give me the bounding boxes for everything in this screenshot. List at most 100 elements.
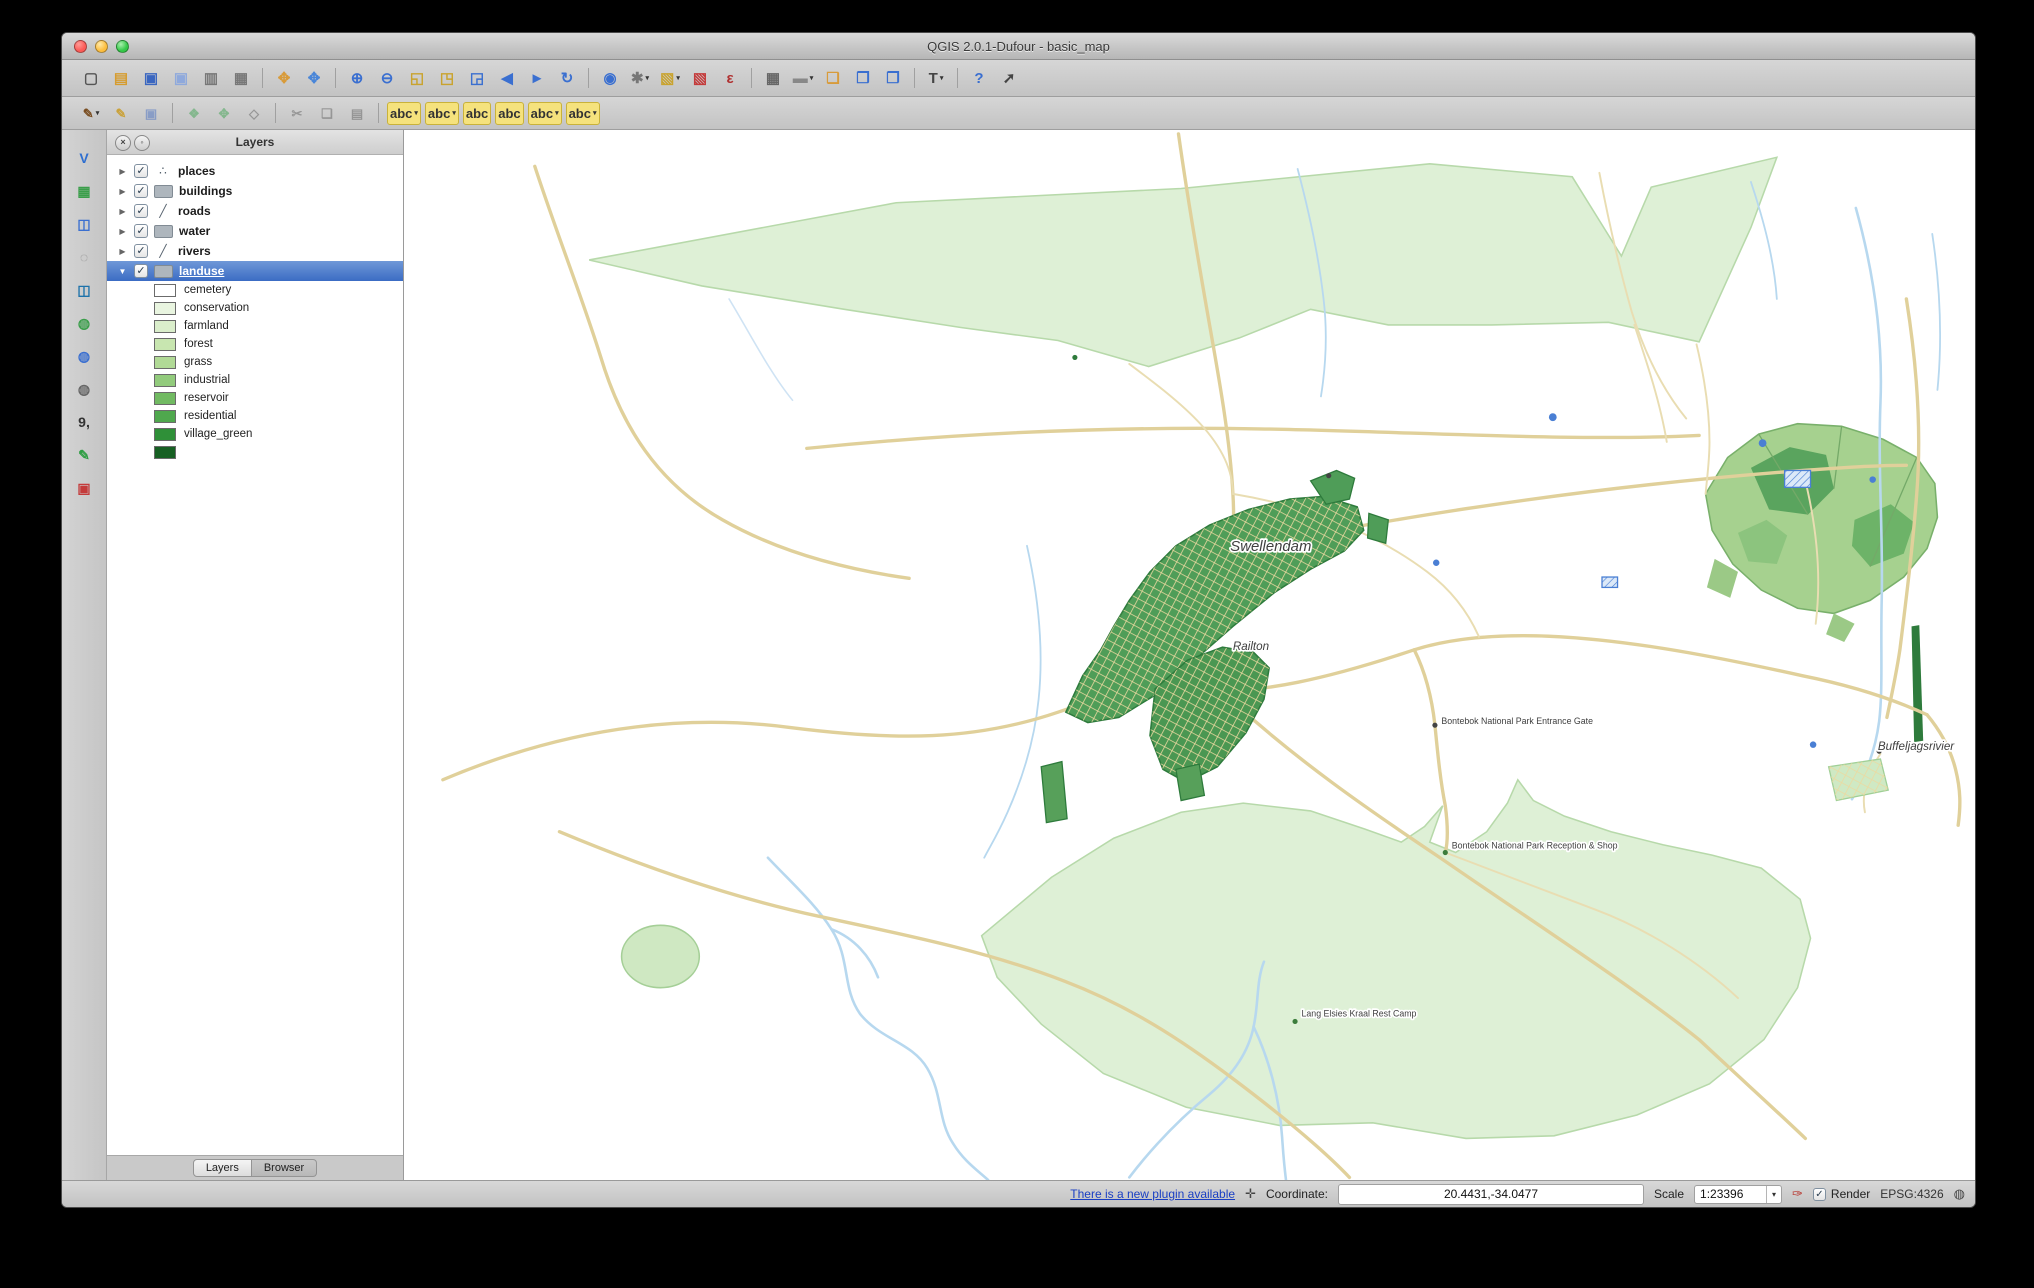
node-tool-icon[interactable]: ◇: [241, 103, 267, 124]
identify-features-icon[interactable]: ◉: [597, 66, 623, 90]
save-layer-edits-icon[interactable]: ▣: [138, 103, 164, 124]
text-annotation-icon[interactable]: T▾: [923, 66, 949, 90]
titlebar[interactable]: QGIS 2.0.1-Dufour - basic_map: [62, 33, 1975, 60]
current-edits-icon[interactable]: ✎▾: [78, 103, 104, 124]
add-spatialite-layer-icon[interactable]: ◌: [71, 245, 97, 269]
toggle-editing-icon[interactable]: ✎: [108, 103, 134, 124]
dropdown-arrow-icon[interactable]: ▾: [555, 109, 559, 117]
legend-item-reservoir[interactable]: reservoir: [107, 389, 403, 407]
legend-item-farmland[interactable]: farmland: [107, 317, 403, 335]
add-postgis-layer-icon[interactable]: ◫: [71, 212, 97, 236]
scale-input[interactable]: [1695, 1186, 1766, 1202]
panel-header[interactable]: × ◦ Layers: [107, 130, 403, 155]
zoom-to-layer-icon[interactable]: ◲: [464, 66, 490, 90]
legend-item-cemetery[interactable]: cemetery: [107, 281, 403, 299]
refresh-map-icon[interactable]: ↻: [554, 66, 580, 90]
new-shapefile-layer-icon[interactable]: ✎: [71, 443, 97, 467]
dropdown-arrow-icon[interactable]: ▾: [676, 74, 680, 82]
layer-visibility-checkbox[interactable]: ✓: [134, 264, 148, 278]
dropdown-arrow-icon[interactable]: ▾: [593, 109, 597, 117]
close-button[interactable]: [74, 40, 87, 53]
layer-visibility-checkbox[interactable]: ✓: [134, 244, 148, 258]
labeling-options-icon[interactable]: abc▾: [387, 102, 421, 125]
new-print-composer-icon[interactable]: ▥: [198, 66, 224, 90]
layer-visibility-checkbox[interactable]: ✓: [134, 204, 148, 218]
dropdown-arrow-icon[interactable]: ▾: [940, 74, 944, 82]
add-mssql-layer-icon[interactable]: ◫: [71, 278, 97, 302]
minimize-button[interactable]: [95, 40, 108, 53]
remove-layer-icon[interactable]: ▣: [71, 476, 97, 500]
expander-icon[interactable]: ▶: [117, 207, 128, 216]
add-delimited-text-layer-icon[interactable]: 9,: [71, 410, 97, 434]
tab-layers[interactable]: Layers: [193, 1159, 252, 1177]
layer-item-rivers[interactable]: ▶✓╱rivers: [107, 241, 403, 261]
open-attribute-table-icon[interactable]: ▦: [760, 66, 786, 90]
scale-dropdown-icon[interactable]: ▾: [1766, 1186, 1781, 1203]
zoom-out-icon[interactable]: ⊖: [374, 66, 400, 90]
map-tips-icon[interactable]: ❑: [820, 66, 846, 90]
zoom-button[interactable]: [116, 40, 129, 53]
new-bookmark-icon[interactable]: ❒: [850, 66, 876, 90]
add-vector-layer-icon[interactable]: V: [71, 146, 97, 170]
select-by-expression-icon[interactable]: ε: [717, 66, 743, 90]
move-feature-icon[interactable]: ✥: [211, 103, 237, 124]
copy-features-icon[interactable]: ❏: [314, 103, 340, 124]
zoom-in-icon[interactable]: ⊕: [344, 66, 370, 90]
measure-icon[interactable]: ▬▾: [790, 66, 816, 90]
plugin-available-link[interactable]: There is a new plugin available: [1070, 1187, 1235, 1201]
dropdown-arrow-icon[interactable]: ▾: [810, 74, 814, 82]
tab-browser[interactable]: Browser: [252, 1159, 317, 1177]
pan-to-selection-icon[interactable]: ✥: [301, 66, 327, 90]
expander-icon[interactable]: ▶: [117, 187, 128, 196]
add-wfs-layer-icon[interactable]: ◍: [71, 377, 97, 401]
layer-item-roads[interactable]: ▶✓╱roads: [107, 201, 403, 221]
layer-visibility-checkbox[interactable]: ✓: [134, 184, 148, 198]
legend-item-forest[interactable]: forest: [107, 335, 403, 353]
highlight-pinned-labels-icon[interactable]: abc: [463, 102, 491, 125]
zoom-to-selection-icon[interactable]: ◳: [434, 66, 460, 90]
legend-item-conservation[interactable]: conservation: [107, 299, 403, 317]
layer-item-landuse[interactable]: ▼✓landuse: [107, 261, 403, 281]
coordinate-input[interactable]: [1338, 1184, 1644, 1205]
layer-visibility-checkbox[interactable]: ✓: [134, 224, 148, 238]
expander-icon[interactable]: ▶: [117, 167, 128, 176]
layer-visibility-checkbox[interactable]: ✓: [134, 164, 148, 178]
cut-features-icon[interactable]: ✂: [284, 103, 310, 124]
add-raster-layer-icon[interactable]: ▦: [71, 179, 97, 203]
legend-item-industrial[interactable]: industrial: [107, 371, 403, 389]
add-wms-layer-icon[interactable]: ◍: [71, 311, 97, 335]
pin-labels-icon[interactable]: abc▾: [425, 102, 459, 125]
layer-item-places[interactable]: ▶✓∴places: [107, 161, 403, 181]
expander-icon[interactable]: ▶: [117, 247, 128, 256]
zoom-last-icon[interactable]: ◀: [494, 66, 520, 90]
deselect-features-icon[interactable]: ▧: [687, 66, 713, 90]
whats-this-icon[interactable]: ➚: [996, 66, 1022, 90]
zoom-full-extent-icon[interactable]: ◱: [404, 66, 430, 90]
add-wcs-layer-icon[interactable]: ◍: [71, 344, 97, 368]
change-label-icon[interactable]: abc▾: [566, 102, 600, 125]
open-project-icon[interactable]: ▤: [108, 66, 134, 90]
dropdown-arrow-icon[interactable]: ▾: [452, 109, 456, 117]
scale-combo[interactable]: ▾: [1694, 1185, 1782, 1204]
move-label-icon[interactable]: abc: [495, 102, 523, 125]
layer-item-water[interactable]: ▶✓water: [107, 221, 403, 241]
expander-icon[interactable]: ▼: [117, 267, 128, 276]
run-feature-action-icon[interactable]: ✱▾: [627, 66, 653, 90]
render-checkbox[interactable]: ✓ Render: [1813, 1187, 1870, 1201]
rotate-label-icon[interactable]: abc▾: [528, 102, 562, 125]
save-project-icon[interactable]: ▣: [138, 66, 164, 90]
add-feature-icon[interactable]: ❖: [181, 103, 207, 124]
save-project-as-icon[interactable]: ▣: [168, 66, 194, 90]
legend-item-residential[interactable]: residential: [107, 407, 403, 425]
legend-item-unlabeled[interactable]: [107, 443, 403, 461]
dropdown-arrow-icon[interactable]: ▾: [646, 74, 650, 82]
expander-icon[interactable]: ▶: [117, 227, 128, 236]
float-panel-icon[interactable]: ◦: [134, 135, 150, 151]
zoom-next-icon[interactable]: ►: [524, 66, 550, 90]
legend-item-grass[interactable]: grass: [107, 353, 403, 371]
composer-manager-icon[interactable]: ▦: [228, 66, 254, 90]
map-svg[interactable]: SwellendamRailtonBontebok National Park …: [404, 130, 1975, 1180]
show-bookmarks-icon[interactable]: ❐: [880, 66, 906, 90]
new-project-icon[interactable]: ▢: [78, 66, 104, 90]
legend-item-village_green[interactable]: village_green: [107, 425, 403, 443]
